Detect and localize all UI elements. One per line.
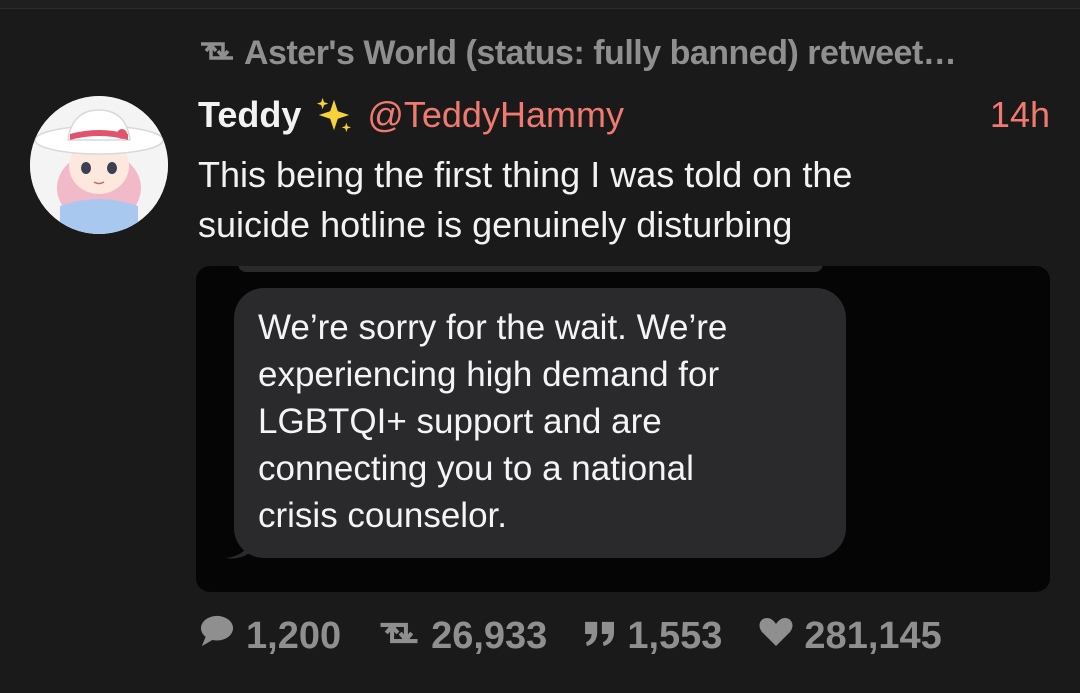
quote-count: 1,553 — [627, 614, 723, 657]
message-bubble-tail — [226, 536, 254, 559]
avatar[interactable] — [30, 96, 168, 234]
message-line: LGBTQI+ support and are — [258, 402, 662, 441]
retweet-icon — [377, 615, 431, 658]
top-divider — [0, 0, 1080, 9]
retweet-button[interactable]: 26,933 — [377, 615, 547, 658]
retweet-label: Aster's World (status: fully banned) ret… — [244, 34, 957, 72]
author-display-name[interactable]: Teddy — [198, 94, 301, 136]
cropped-previous-bubble — [238, 266, 823, 272]
message-line: We’re sorry for the wait. We’re — [258, 308, 728, 347]
retweet-header[interactable]: Aster's World (status: fully banned) ret… — [198, 34, 957, 73]
tweet-actions: 1,200 26,933 1,553 281,145 — [198, 614, 978, 658]
tweet-text-line: This being the first thing I was told on… — [198, 154, 853, 195]
reply-button[interactable]: 1,200 — [198, 614, 341, 658]
tweet-text: This being the first thing I was told on… — [198, 150, 998, 250]
tweet-media-image[interactable]: We’re sorry for the wait. We’re experien… — [196, 266, 1050, 592]
message-line: experiencing high demand for — [258, 355, 720, 394]
quote-button[interactable]: 1,553 — [583, 615, 722, 658]
message-line: crisis counselor. — [258, 496, 507, 535]
author-row: Teddy @TeddyHammy 14h — [198, 94, 1050, 136]
message-text: We’re sorry for the wait. We’re experien… — [258, 304, 828, 539]
sparkles-icon — [315, 96, 353, 134]
retweet-icon — [198, 34, 244, 73]
heart-icon — [758, 615, 804, 658]
author-handle[interactable]: @TeddyHammy — [367, 94, 624, 136]
like-button[interactable]: 281,145 — [758, 614, 942, 658]
tweet-timestamp[interactable]: 14h — [990, 94, 1050, 136]
retweet-count: 26,933 — [431, 614, 548, 657]
tweet-text-line: suicide hotline is genuinely disturbing — [198, 204, 793, 245]
reply-icon — [198, 614, 246, 658]
reply-count: 1,200 — [246, 614, 342, 657]
quote-icon — [583, 615, 627, 658]
like-count: 281,145 — [804, 614, 942, 657]
message-line: connecting you to a national — [258, 449, 694, 488]
avatar-image — [30, 96, 168, 234]
